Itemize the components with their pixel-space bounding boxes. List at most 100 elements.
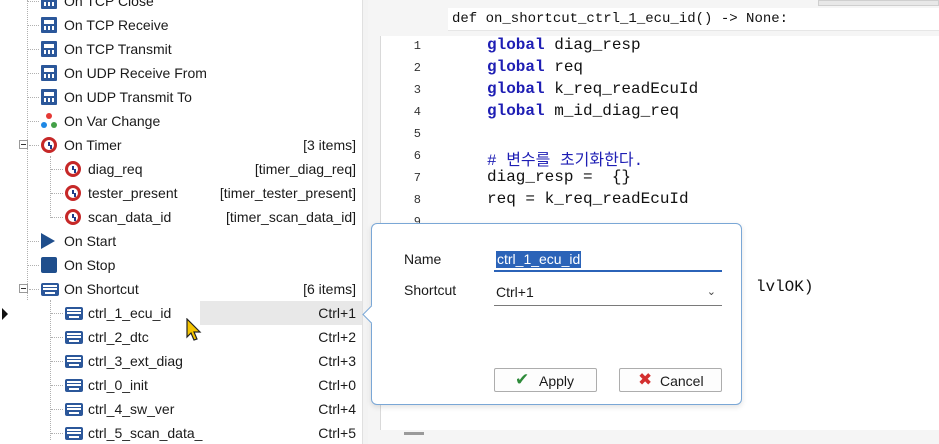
tree-guide-line bbox=[51, 169, 63, 170]
tree-item-on-tcp-transmit[interactable]: On TCP Transmit bbox=[0, 37, 362, 61]
code-text: , lvlOK) bbox=[736, 278, 814, 296]
tree-item-value: [timer_diag_req] bbox=[254, 161, 356, 177]
tree-guide-line bbox=[51, 433, 63, 434]
event-tree: On TCP Close On TCP Receive On TCP Transmi… bbox=[0, 0, 362, 444]
network-node-icon bbox=[41, 41, 57, 57]
tree-item-on-start[interactable]: On Start bbox=[0, 229, 362, 253]
tree-item-label: tester_present bbox=[88, 185, 178, 201]
tree-item-value: Ctrl+2 bbox=[318, 329, 356, 345]
code-line: global req bbox=[487, 58, 583, 76]
editor-scrollbar-top[interactable] bbox=[818, 0, 939, 6]
function-signature-bar: def on_shortcut_ctrl_1_ecu_id() -> None: bbox=[448, 8, 939, 31]
close-x-icon: ✖ bbox=[638, 370, 653, 390]
code-line: global m_id_diag_req bbox=[487, 102, 679, 120]
tree-item-on-udp-transmit-to[interactable]: On UDP Transmit To bbox=[0, 85, 362, 109]
code-text: k_req_readEcuId bbox=[544, 80, 699, 98]
tree-guide-line bbox=[28, 73, 39, 74]
line-number: 5 bbox=[413, 127, 421, 141]
tree-guide-line bbox=[51, 409, 63, 410]
tree-guide-line bbox=[29, 145, 39, 146]
code-text: diag_resp bbox=[544, 36, 641, 54]
code-keyword: global bbox=[487, 80, 545, 98]
keyboard-icon bbox=[65, 427, 83, 440]
apply-button[interactable]: ✔ Apply bbox=[494, 368, 597, 392]
tree-item-label: On Start bbox=[64, 233, 117, 249]
code-text: req bbox=[544, 58, 584, 76]
tree-guide-line bbox=[51, 361, 63, 362]
tree-item-value: [timer_tester_present] bbox=[219, 185, 356, 201]
name-field[interactable]: ctrl_1_ecu_id bbox=[494, 248, 722, 272]
tree-item-label: ctrl_1_ecu_id bbox=[88, 305, 172, 321]
horizontal-scrollbar[interactable] bbox=[404, 432, 424, 435]
timer-clock-icon bbox=[41, 137, 57, 153]
tree-item-label: On TCP Receive bbox=[64, 17, 169, 33]
network-node-icon bbox=[41, 0, 57, 9]
line-number: 7 bbox=[413, 171, 421, 185]
network-node-icon bbox=[41, 89, 57, 105]
tree-item-on-var-change[interactable]: On Var Change bbox=[0, 109, 362, 133]
tree-guide-line bbox=[51, 385, 63, 386]
tree-guide-line bbox=[28, 97, 39, 98]
tree-item-label: ctrl_3_ext_diag bbox=[88, 353, 183, 369]
tree-guide-line bbox=[28, 241, 39, 242]
tree-guide-line bbox=[29, 289, 39, 290]
tree-item-label: On UDP Transmit To bbox=[64, 89, 192, 105]
tree-item-label: diag_req bbox=[88, 161, 143, 177]
code-text: diag_resp = {} bbox=[487, 168, 632, 186]
shortcut-select[interactable]: Ctrl+1 ⌄ bbox=[494, 279, 722, 306]
tree-item-label: ctrl_2_dtc bbox=[88, 329, 149, 345]
code-text: req = k_req_readEcuId bbox=[487, 190, 689, 208]
code-line: global k_req_readEcuId bbox=[487, 80, 698, 98]
tree-item-on-stop[interactable]: On Stop bbox=[0, 253, 362, 277]
tree-item-on-shortcut[interactable]: On Shortcut [6 items] bbox=[0, 277, 362, 301]
checkmark-icon: ✔ bbox=[515, 370, 530, 390]
shortcut-edit-popup: Name ctrl_1_ecu_id Shortcut Ctrl+1 ⌄ ✔ A… bbox=[362, 223, 742, 405]
tree-guide-line bbox=[51, 337, 63, 338]
timer-clock-icon bbox=[65, 209, 81, 225]
tree-item-value: Ctrl+1 bbox=[318, 305, 356, 321]
tree-guide-line bbox=[51, 313, 63, 314]
line-number: 2 bbox=[413, 61, 421, 75]
tree-guide-line bbox=[51, 217, 63, 218]
keyboard-icon bbox=[41, 283, 59, 296]
tree-item-value: Ctrl+5 bbox=[318, 425, 356, 441]
tree-item-ctrl-1-ecu-id[interactable]: ctrl_1_ecu_id Ctrl+1 bbox=[65, 301, 362, 325]
apply-button-label: Apply bbox=[539, 373, 575, 389]
shortcut-select-value: Ctrl+1 bbox=[496, 284, 534, 300]
collapse-toggle-icon[interactable] bbox=[19, 140, 28, 149]
keyboard-icon bbox=[65, 307, 83, 320]
timer-clock-icon bbox=[65, 185, 81, 201]
code-keyword: global bbox=[487, 58, 545, 76]
tree-item-on-udp-receive-from[interactable]: On UDP Receive From bbox=[0, 61, 362, 85]
tree-item-label: On Shortcut bbox=[64, 281, 139, 297]
tree-item-on-tcp-close[interactable]: On TCP Close bbox=[0, 0, 362, 13]
tree-item-value: [timer_scan_data_id] bbox=[226, 209, 356, 225]
shortcut-label: Shortcut bbox=[404, 282, 457, 298]
line-number: 3 bbox=[413, 83, 421, 97]
tree-item-label: On UDP Receive From bbox=[64, 65, 207, 81]
tree-item-value: [3 items] bbox=[303, 137, 356, 153]
tree-guide-line bbox=[28, 25, 39, 26]
keyboard-icon bbox=[65, 379, 83, 392]
network-node-icon bbox=[41, 65, 57, 81]
play-icon bbox=[41, 233, 55, 249]
variable-change-icon bbox=[41, 113, 57, 129]
line-number: 4 bbox=[413, 105, 421, 119]
code-line: global diag_resp bbox=[487, 36, 641, 54]
tree-guide-line bbox=[51, 193, 63, 194]
tree-item-label: ctrl_0_init bbox=[88, 377, 148, 393]
function-signature: def on_shortcut_ctrl_1_ecu_id() -> None: bbox=[452, 11, 789, 27]
keyboard-icon bbox=[65, 331, 83, 344]
current-row-marker-icon bbox=[2, 308, 8, 320]
tree-item-on-timer[interactable]: On Timer [3 items] bbox=[0, 133, 362, 157]
line-number: 8 bbox=[413, 193, 421, 207]
tree-item-label: ctrl_5_scan_data_ bbox=[88, 425, 203, 441]
tree-item-on-tcp-receive[interactable]: On TCP Receive bbox=[0, 13, 362, 37]
code-line: diag_resp = {} bbox=[487, 168, 631, 186]
code-keyword: global bbox=[487, 36, 545, 54]
tree-item-label: On Var Change bbox=[64, 113, 161, 129]
code-line: req = k_req_readEcuId bbox=[487, 190, 689, 208]
tree-item-label: On Timer bbox=[64, 137, 122, 153]
collapse-toggle-icon[interactable] bbox=[19, 284, 28, 293]
cancel-button[interactable]: ✖ Cancel bbox=[619, 368, 722, 392]
